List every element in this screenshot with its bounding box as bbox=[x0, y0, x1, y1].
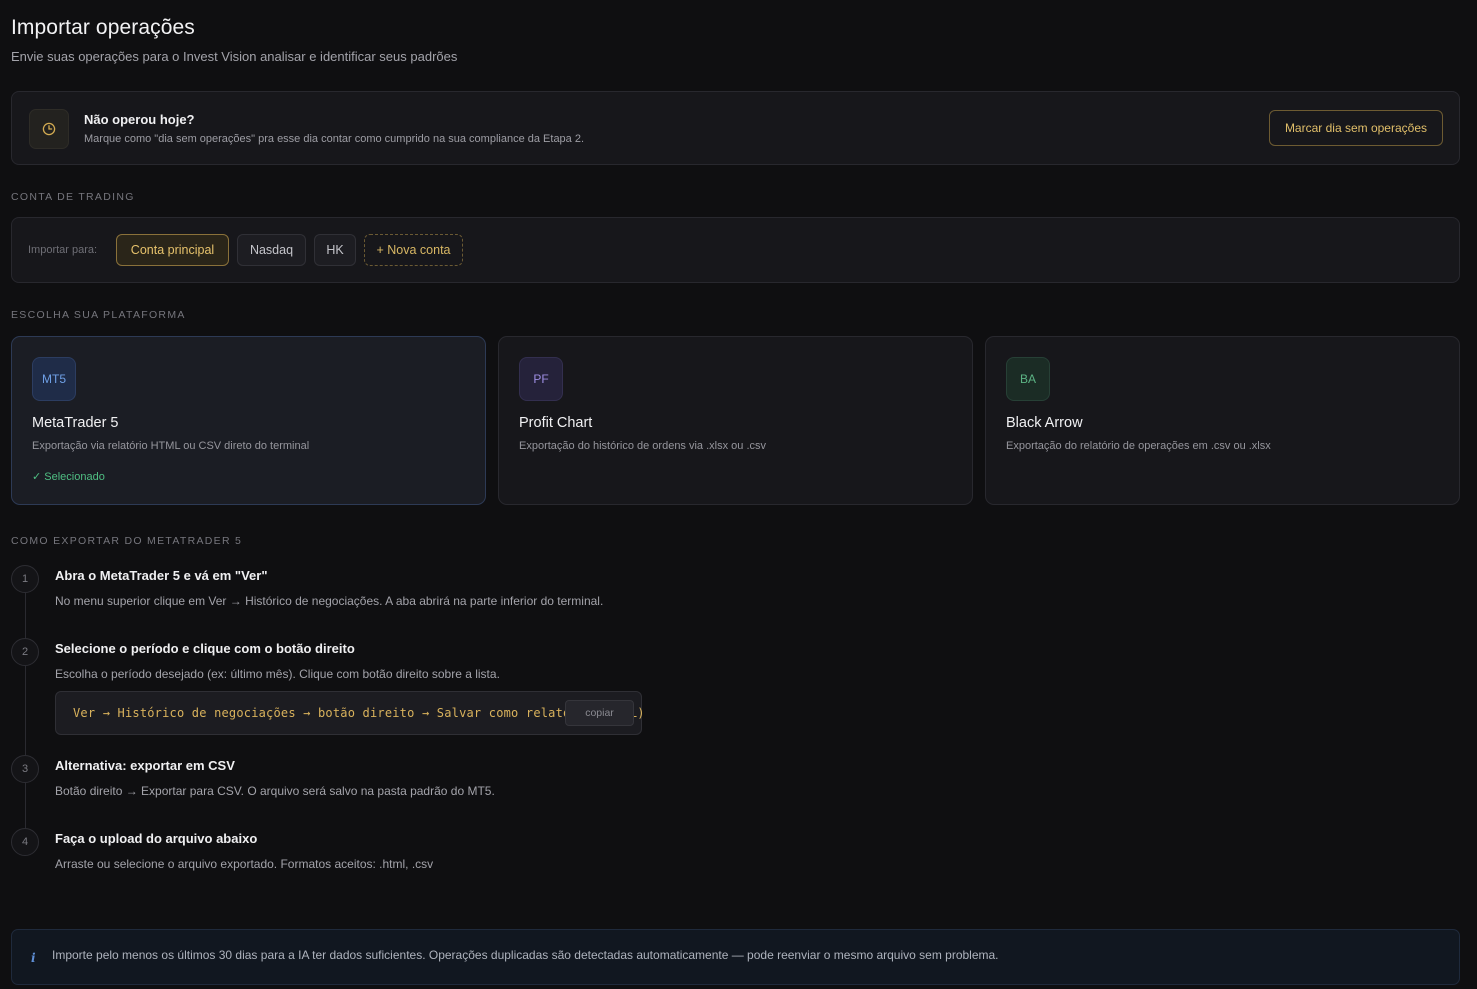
platform-description: Exportação via relatório HTML ou CSV dir… bbox=[32, 440, 310, 452]
pf-badge: PF bbox=[519, 357, 563, 401]
import-to-label: Importar para: bbox=[28, 244, 98, 256]
copy-button[interactable]: copiar bbox=[565, 700, 634, 726]
platform-card-profit-chart[interactable]: PF Profit Chart Exportação do histórico … bbox=[498, 336, 973, 505]
platform-section-label: ESCOLHA SUA PLATAFORMA bbox=[11, 309, 186, 321]
ba-badge: BA bbox=[1006, 357, 1050, 401]
account-chip-hk[interactable]: HK bbox=[314, 234, 356, 266]
platform-name: Profit Chart bbox=[519, 415, 593, 431]
step-description: Botão direito → Exportar para CSV. O arq… bbox=[55, 784, 495, 798]
no-ops-banner: Não operou hoje? Marque como "dia sem op… bbox=[11, 91, 1460, 165]
steps-section-label: COMO EXPORTAR DO METATRADER 5 bbox=[11, 535, 243, 547]
step-title: Alternativa: exportar em CSV bbox=[55, 758, 235, 773]
no-ops-description: Marque como "dia sem operações" pra esse… bbox=[84, 133, 585, 145]
step-description: Arraste ou selecione o arquivo exportado… bbox=[55, 857, 434, 871]
info-banner: i Importe pelo menos os últimos 30 dias … bbox=[11, 929, 1460, 985]
info-icon: i bbox=[31, 951, 36, 965]
step-connector bbox=[25, 666, 26, 756]
account-selector: Importar para: Conta principal Nasdaq HK… bbox=[11, 217, 1460, 283]
code-text: Ver → Histórico de negociações → botão d… bbox=[73, 706, 645, 720]
step-number: 3 bbox=[11, 755, 39, 783]
step-number: 1 bbox=[11, 565, 39, 593]
account-chip-main[interactable]: Conta principal bbox=[116, 234, 229, 266]
code-snippet: Ver → Histórico de negociações → botão d… bbox=[55, 691, 645, 735]
clock-icon bbox=[29, 109, 69, 149]
step-title: Faça o upload do arquivo abaixo bbox=[55, 831, 258, 846]
platform-name: Black Arrow bbox=[1006, 415, 1083, 431]
step-description: No menu superior clique em Ver → Históri… bbox=[55, 594, 604, 608]
step-title: Abra o MetaTrader 5 e vá em "Ver" bbox=[55, 568, 268, 583]
platform-description: Exportação do relatório de operações em … bbox=[1006, 440, 1271, 452]
info-text: Importe pelo menos os últimos 30 dias pa… bbox=[52, 948, 999, 962]
platform-card-metatrader5[interactable]: MT5 MetaTrader 5 Exportação via relatóri… bbox=[11, 336, 486, 505]
step-connector bbox=[25, 783, 26, 829]
platform-description: Exportação do histórico de ordens via .x… bbox=[519, 440, 767, 452]
step-number: 4 bbox=[11, 828, 39, 856]
trading-account-label: CONTA DE TRADING bbox=[11, 191, 135, 203]
page-title: Importar operações bbox=[11, 16, 195, 39]
mark-no-ops-button[interactable]: Marcar dia sem operações bbox=[1268, 110, 1443, 146]
step-description: Escolha o período desejado (ex: último m… bbox=[55, 667, 500, 681]
step-number: 2 bbox=[11, 638, 39, 666]
platform-name: MetaTrader 5 bbox=[32, 415, 119, 431]
new-account-button[interactable]: + Nova conta bbox=[364, 234, 463, 266]
step-connector bbox=[25, 593, 26, 639]
selected-indicator: ✓ Selecionado bbox=[32, 471, 105, 483]
no-ops-title: Não operou hoje? bbox=[84, 112, 195, 127]
page-subtitle: Envie suas operações para o Invest Visio… bbox=[11, 49, 458, 64]
step-title: Selecione o período e clique com o botão… bbox=[55, 641, 355, 656]
mt5-badge: MT5 bbox=[32, 357, 76, 401]
platform-card-black-arrow[interactable]: BA Black Arrow Exportação do relatório d… bbox=[985, 336, 1460, 505]
account-chip-nasdaq[interactable]: Nasdaq bbox=[237, 234, 306, 266]
